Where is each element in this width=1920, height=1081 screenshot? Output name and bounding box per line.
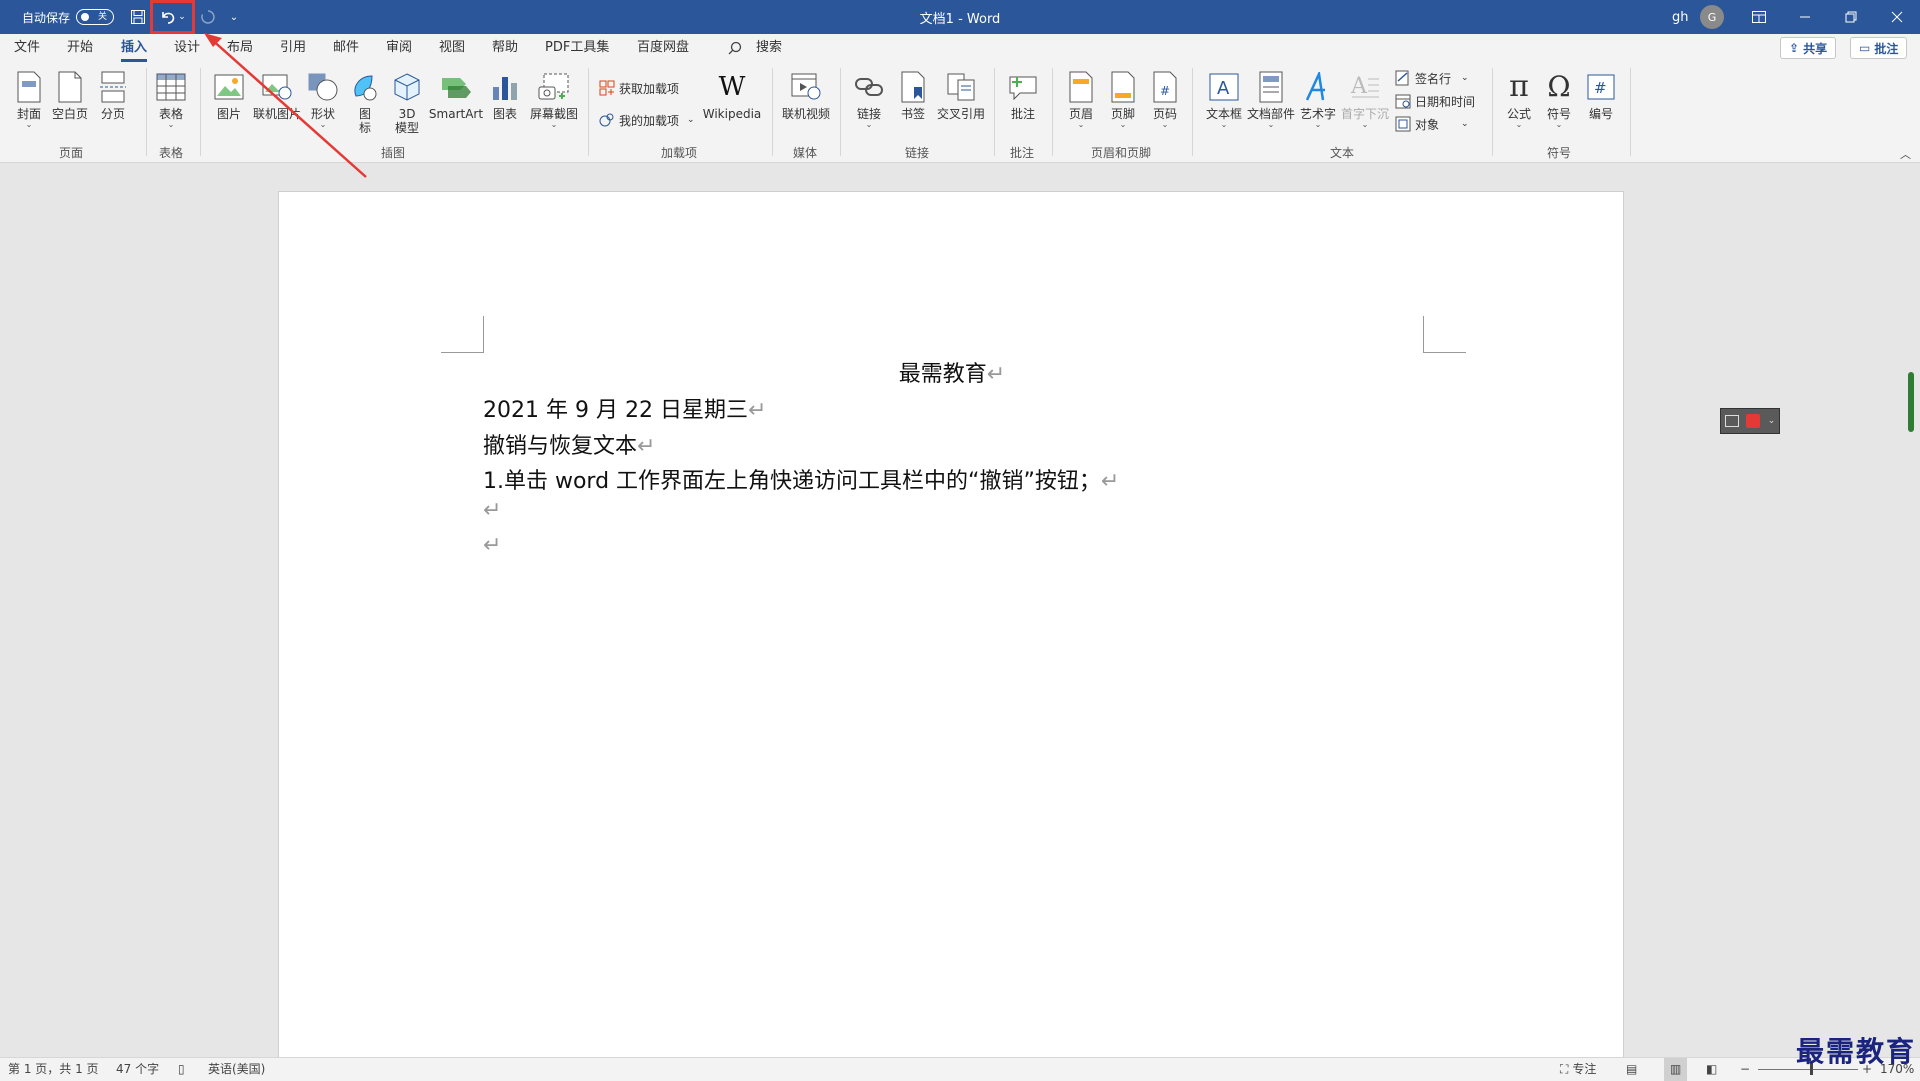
print-layout-icon[interactable]: ▥ xyxy=(1664,1058,1688,1081)
status-bar: 第 1 页，共 1 页 47 个字 ▯ 英语(美国) ⛶ 专注 ▤ ▥ ◧ − +… xyxy=(0,1057,1920,1081)
focus-mode-button[interactable]: ⛶ 专注 xyxy=(1560,1058,1596,1081)
language-indicator[interactable]: 英语(美国) xyxy=(208,1058,265,1081)
word-count[interactable]: 47 个字 xyxy=(116,1058,159,1081)
zoom-out-icon[interactable]: − xyxy=(1740,1058,1750,1081)
web-layout-icon[interactable]: ◧ xyxy=(1706,1058,1717,1081)
annotation-arrow xyxy=(204,33,367,178)
proofing-book-icon[interactable]: ▯ xyxy=(178,1058,185,1081)
page-count[interactable]: 第 1 页，共 1 页 xyxy=(8,1058,99,1081)
read-mode-icon[interactable]: ▤ xyxy=(1626,1058,1637,1081)
watermark-logo: 最需教育 xyxy=(1796,1035,1917,1068)
focus-icon: ⛶ xyxy=(1560,1062,1569,1076)
